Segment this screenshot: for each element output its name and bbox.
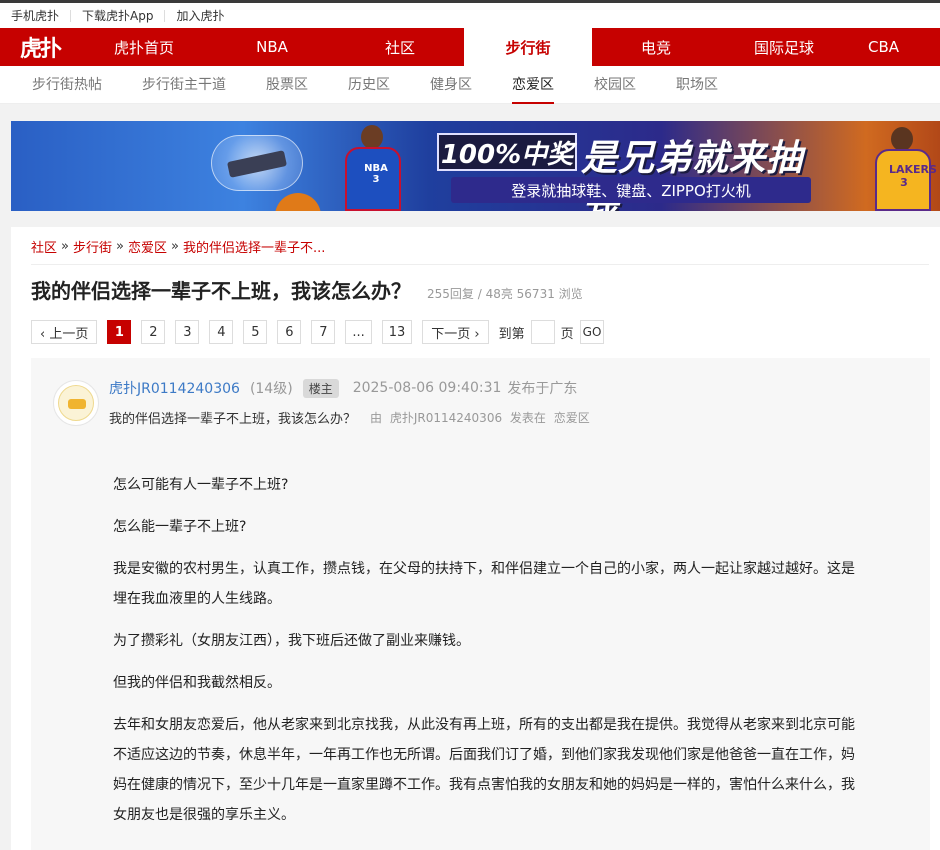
page-button-2[interactable]: 2 <box>141 320 166 344</box>
author-level: (14级) <box>249 381 293 397</box>
goto-label: 到第 <box>498 326 525 342</box>
jersey-label-right: LAKERS 3 <box>889 163 937 189</box>
subnav-campus[interactable]: 校园区 <box>574 66 656 104</box>
player-illustration-left: NBA 3 <box>331 121 421 211</box>
post-stats: 255回复 / 48亮 56731 浏览 <box>427 287 583 301</box>
meta-author[interactable]: 虎扑JR0114240306 <box>390 411 502 425</box>
subnav-history[interactable]: 历史区 <box>328 66 410 104</box>
page-button-3[interactable]: 3 <box>175 320 200 344</box>
hupu-logo[interactable]: 虎扑 <box>0 28 80 66</box>
pagination: ‹ 上一页 1 2 3 4 5 6 7 ... 13 下一页 › 到第 页 GO <box>31 320 605 344</box>
avatar[interactable] <box>53 380 99 426</box>
post-paragraph: 为了攒彩礼（女朋友江西），我下班后还做了副业来赚钱。 <box>113 633 470 649</box>
post-subtitle: 我的伴侣选择一辈子不上班，我该怎么办？ <box>109 412 357 427</box>
next-page-button[interactable]: 下一页 › <box>422 320 489 344</box>
subnav-stocks[interactable]: 股票区 <box>246 66 328 104</box>
post-meta: 由 虎扑JR0114240306 发表在 恋爱区 <box>370 409 594 426</box>
post-paragraph: 去年和女朋友恋爱后，他从老家来到北京找我，从此没有再上班，所有的支出都是我在提供… <box>113 717 855 823</box>
page-ellipsis: ... <box>345 320 372 344</box>
post-paragraph: 我是安徽的农村男生，认真工作，攒点钱，在父母的扶持下，和伴侣建立一个自己的小家，… <box>113 561 855 607</box>
prev-page-button[interactable]: ‹ 上一页 <box>31 320 98 344</box>
page-title: 我的伴侣选择一辈子不上班，我该怎么办？ <box>31 279 411 303</box>
post-body: 怎么可能有人一辈子不上班? 怎么能一辈子不上班? 我是安徽的农村男生，认真工作，… <box>113 470 865 842</box>
nav-cba[interactable]: CBA <box>848 28 908 66</box>
breadcrumb-current[interactable]: 我的伴侣选择一辈子不... <box>183 237 325 256</box>
subnav-workplace[interactable]: 职场区 <box>656 66 738 104</box>
original-post: 虎扑JR0114240306 (14级) 楼主 2025-08-06 09:40… <box>31 358 930 850</box>
subnav-hot-posts[interactable]: 步行街热帖 <box>12 66 122 104</box>
page-button-7[interactable]: 7 <box>311 320 336 344</box>
banner-subline: 登录就抽球鞋、键盘、ZIPPO打火机 <box>451 177 811 203</box>
breadcrumb-love[interactable]: 恋爱区 <box>128 237 167 256</box>
post-title-row: 我的伴侣选择一辈子不上班，我该怎么办？ 255回复 / 48亮 56731 浏览 <box>31 275 583 304</box>
banner-badge: 100%中奖 <box>437 133 577 171</box>
sub-nav: 步行街热帖 步行街主干道 股票区 历史区 健身区 恋爱区 校园区 职场区 <box>0 66 940 104</box>
owner-badge: 楼主 <box>302 378 339 398</box>
subnav-love[interactable]: 恋爱区 <box>492 66 574 104</box>
breadcrumb-separator: » <box>61 239 69 254</box>
subnav-fitness[interactable]: 健身区 <box>410 66 492 104</box>
post-paragraph: 但我的伴侣和我截然相反。 <box>113 675 281 691</box>
author-row: 虎扑JR0114240306 (14级) 楼主 2025-08-06 09:40… <box>109 378 577 398</box>
post-location: 发布于广东 <box>507 381 578 397</box>
post-subtitle-row: 我的伴侣选择一辈子不上班，我该怎么办？ 由 虎扑JR0114240306 发表在… <box>109 408 594 427</box>
player-illustration-right: LAKERS 3 <box>861 121 940 211</box>
meta-board[interactable]: 恋爱区 <box>554 411 590 425</box>
breadcrumb-separator: » <box>170 239 179 254</box>
meta-by: 由 <box>370 411 383 425</box>
banner-slogan: 100%中奖 是兄弟就来抽我 <box>437 129 827 211</box>
post-time: 2025-08-06 09:40:31 <box>352 380 502 396</box>
download-app-link[interactable]: 下载虎扑App <box>71 9 166 22</box>
meta-posted: 发表在 <box>509 411 546 425</box>
breadcrumb-separator: » <box>116 239 124 254</box>
goto-page-input[interactable] <box>530 320 555 344</box>
jersey-label-left: NBA 3 <box>364 163 388 185</box>
top-utility-bar: 手机虎扑 下载虎扑App 加入虎扑 <box>0 0 940 28</box>
nav-pedestrian-street[interactable]: 步行街 <box>464 28 592 66</box>
keyboard-prize-icon <box>211 135 303 191</box>
basketball-icon <box>275 193 321 211</box>
nav-esports[interactable]: 电竞 <box>592 28 720 66</box>
promo-banner[interactable]: NBA 3 100%中奖 是兄弟就来抽我 登录就抽球鞋、键盘、ZIPPO打火机 … <box>11 121 940 211</box>
main-nav: 虎扑 虎扑首页 NBA 社区 步行街 电竞 国际足球 CBA <box>0 28 940 66</box>
avatar-image-icon <box>58 385 94 421</box>
author-name-link[interactable]: 虎扑JR0114240306 <box>109 378 240 398</box>
divider <box>31 264 929 265</box>
page-button-6[interactable]: 6 <box>277 320 302 344</box>
breadcrumb-pedestrian-street[interactable]: 步行街 <box>73 237 112 256</box>
goto-page-suffix: 页 <box>560 326 574 342</box>
breadcrumb: 社区 » 步行街 » 恋爱区 » 我的伴侣选择一辈子不... <box>31 237 325 256</box>
breadcrumb-community[interactable]: 社区 <box>31 237 57 256</box>
nav-intl-football[interactable]: 国际足球 <box>720 28 848 66</box>
page-button-13[interactable]: 13 <box>381 320 413 344</box>
go-button[interactable]: GO <box>579 320 605 344</box>
subnav-main-road[interactable]: 步行街主干道 <box>122 66 246 104</box>
page-button-5[interactable]: 5 <box>243 320 268 344</box>
nav-nba[interactable]: NBA <box>208 28 336 66</box>
page-button-4[interactable]: 4 <box>209 320 234 344</box>
mobile-hupu-link[interactable]: 手机虎扑 <box>0 9 72 22</box>
page-button-1[interactable]: 1 <box>107 320 132 344</box>
join-hupu-link[interactable]: 加入虎扑 <box>165 10 235 22</box>
nav-community[interactable]: 社区 <box>336 28 464 66</box>
main-content: 社区 » 步行街 » 恋爱区 » 我的伴侣选择一辈子不... 我的伴侣选择一辈子… <box>11 227 940 850</box>
post-paragraph: 怎么可能有人一辈子不上班? <box>113 477 289 493</box>
nav-home[interactable]: 虎扑首页 <box>80 28 208 66</box>
post-paragraph: 怎么能一辈子不上班? <box>113 519 247 535</box>
